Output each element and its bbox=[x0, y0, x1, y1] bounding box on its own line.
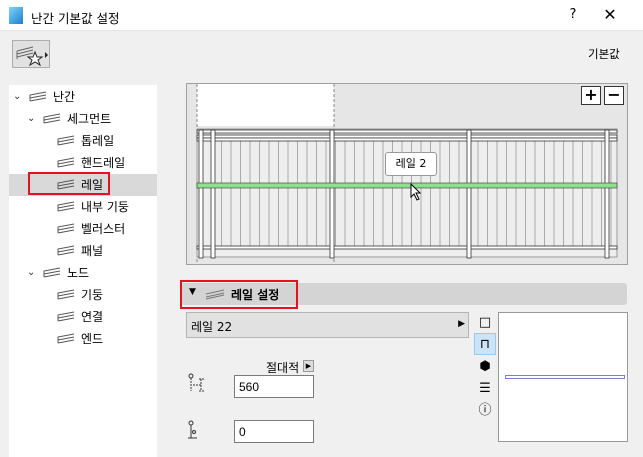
mouse-cursor-icon bbox=[410, 183, 422, 201]
offset-input[interactable] bbox=[234, 420, 314, 443]
rail-type-value: 레일 22 bbox=[191, 320, 233, 334]
default-label: 기본값 bbox=[588, 47, 620, 61]
tree-item-label: 노드 bbox=[67, 266, 90, 280]
app-logo-icon bbox=[9, 7, 23, 24]
selection-highlight-box bbox=[28, 172, 110, 195]
tree-item-label: 벨러스터 bbox=[81, 222, 126, 236]
section-highlight-box bbox=[180, 280, 298, 309]
info-icon[interactable]: ⓘ bbox=[474, 400, 496, 422]
help-button[interactable]: ? bbox=[563, 7, 583, 22]
tree-item-label: 연결 bbox=[81, 310, 104, 324]
tree-item-label: 엔드 bbox=[81, 332, 104, 346]
close-button[interactable]: ✕ bbox=[600, 5, 620, 24]
chevron-down-icon[interactable]: ⌄ bbox=[13, 86, 21, 108]
height-input[interactable] bbox=[234, 375, 314, 398]
reference-menu-button[interactable]: ▶ bbox=[303, 360, 314, 372]
rail-type-dropdown[interactable]: 레일 22 ▶ bbox=[186, 312, 469, 338]
handrail-icon bbox=[57, 157, 75, 168]
window-title: 난간 기본값 설정 bbox=[31, 11, 120, 26]
railing-icon bbox=[29, 91, 47, 102]
reference-label: 절대적 bbox=[266, 361, 300, 375]
tree-item[interactable]: ⌄ 노드 bbox=[9, 262, 157, 284]
end-icon bbox=[57, 333, 75, 344]
chevron-down-icon[interactable]: ⌄ bbox=[27, 262, 35, 284]
tree-item[interactable]: ⌄ 난간 bbox=[9, 86, 157, 108]
zoom-out-button[interactable]: − bbox=[604, 86, 624, 105]
height-icon bbox=[188, 373, 204, 392]
post-icon bbox=[57, 289, 75, 300]
node-icon bbox=[43, 267, 61, 278]
3d-view-icon[interactable]: ⬢ bbox=[474, 356, 496, 378]
tree-item[interactable]: 톱레일 bbox=[9, 130, 157, 152]
zoom-in-button[interactable]: + bbox=[581, 86, 601, 105]
tree-item[interactable]: 연결 bbox=[9, 306, 157, 328]
tree-item-label: 세그먼트 bbox=[67, 112, 112, 126]
rail-tooltip: 레일 2 bbox=[385, 152, 437, 176]
tree-item[interactable]: 핸드레일 bbox=[9, 152, 157, 174]
tree-item[interactable]: 내부 기둥 bbox=[9, 196, 157, 218]
rail-profile-preview bbox=[498, 312, 628, 442]
section-view-icon[interactable]: ⊓ bbox=[474, 333, 496, 355]
tree-item-label: 핸드레일 bbox=[81, 156, 126, 170]
favorites-star-icon bbox=[16, 46, 48, 67]
connection-icon bbox=[57, 311, 75, 322]
dropdown-arrow-icon: ▶ bbox=[458, 319, 465, 329]
tree-item-label: 기둥 bbox=[81, 288, 104, 302]
favorites-button[interactable] bbox=[12, 40, 50, 68]
tree-item-label: 패널 bbox=[81, 244, 104, 258]
rail-profile-bar bbox=[505, 375, 625, 379]
tree-item[interactable]: 패널 bbox=[9, 240, 157, 262]
plan-view-icon[interactable]: □ bbox=[474, 312, 496, 334]
toprail-icon bbox=[57, 135, 75, 146]
chevron-down-icon[interactable]: ⌄ bbox=[27, 108, 35, 130]
tree-item[interactable]: 엔드 bbox=[9, 328, 157, 350]
settings-tree: ⌄ 난간 ⌄ 세그먼트 톱레일 핸드레일 레일 내부 기둥 벨러스터 패널 ⌄ 노드 기둥 연결 엔드 bbox=[9, 85, 157, 457]
inner-post-icon bbox=[57, 201, 75, 212]
tree-item-label: 내부 기둥 bbox=[81, 200, 129, 214]
offset-icon bbox=[188, 420, 197, 439]
segment-icon bbox=[43, 113, 61, 124]
elevation-view-icon[interactable]: ☰ bbox=[474, 378, 496, 400]
panel-icon bbox=[57, 245, 75, 256]
tree-item-label: 톱레일 bbox=[81, 134, 115, 148]
tree-item[interactable]: ⌄ 세그먼트 bbox=[9, 108, 157, 130]
baluster-icon bbox=[57, 223, 75, 234]
tree-item-label: 난간 bbox=[53, 90, 76, 104]
tree-item[interactable]: 벨러스터 bbox=[9, 218, 157, 240]
tree-item[interactable]: 기둥 bbox=[9, 284, 157, 306]
title-bar: 난간 기본값 설정 ? ✕ bbox=[0, 0, 643, 31]
